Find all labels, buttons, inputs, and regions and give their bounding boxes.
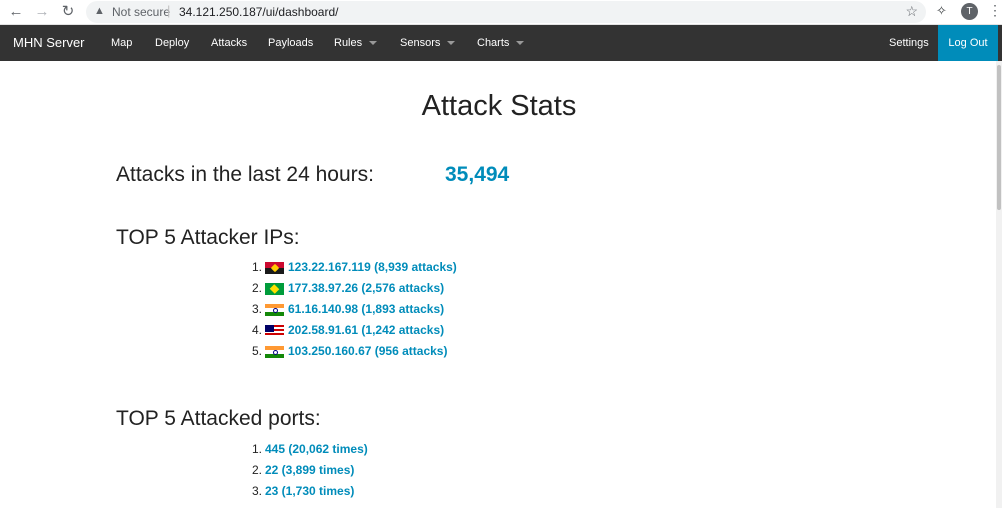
brand-link[interactable]: MHN Server <box>13 25 85 61</box>
bookmark-star-icon[interactable]: ☆ <box>905 3 918 20</box>
attacks-24h-label: Attacks in the last 24 hours: <box>116 163 374 186</box>
country-flag-icon <box>265 345 284 358</box>
logout-button[interactable]: Log Out <box>938 25 998 61</box>
list-rank: 1. <box>251 442 262 456</box>
country-flag-icon <box>265 261 284 274</box>
forward-arrow-icon[interactable]: → <box>32 2 52 22</box>
nav-deploy-label: Deploy <box>155 37 190 49</box>
page-scrollbar[interactable] <box>996 61 1002 508</box>
nav-settings[interactable]: Settings <box>889 25 929 61</box>
nav-charts-dropdown[interactable]: Charts <box>477 25 525 61</box>
nav-sensors-label: Sensors <box>400 37 441 49</box>
security-label[interactable]: Not secure <box>112 5 170 19</box>
nav-rules-dropdown[interactable]: Rules <box>334 25 378 61</box>
list-item: 2. 177.38.97.26 (2,576 attacks) <box>248 278 457 299</box>
attacker-ip-link[interactable]: 177.38.97.26 (2,576 attacks) <box>288 281 444 295</box>
page-title: Attack Stats <box>421 90 577 122</box>
caret-down-icon <box>516 41 525 46</box>
attacker-ip-link[interactable]: 202.58.91.61 (1,242 attacks) <box>288 323 444 337</box>
caret-down-icon <box>447 41 456 46</box>
nav-payloads-label: Payloads <box>268 37 314 49</box>
reload-icon[interactable]: ↻ <box>58 2 78 22</box>
list-item: 5. 103.250.160.67 (956 attacks) <box>248 341 457 362</box>
top-navbar: MHN Server Map Deploy Attacks Payloads R… <box>0 25 1002 61</box>
nav-deploy[interactable]: Deploy <box>155 25 189 61</box>
list-rank: 2. <box>251 463 262 477</box>
attacker-ip-link[interactable]: 123.22.167.119 (8,939 attacks) <box>288 260 457 274</box>
nav-attacks-label: Attacks <box>211 37 248 49</box>
extensions-puzzle-icon[interactable]: ✧ <box>936 3 947 19</box>
nav-charts-label: Charts <box>477 37 510 49</box>
scrollbar-thumb[interactable] <box>997 65 1001 210</box>
nav-payloads[interactable]: Payloads <box>268 25 313 61</box>
nav-sensors-dropdown[interactable]: Sensors <box>400 25 456 61</box>
nav-map-label: Map <box>111 37 133 49</box>
address-separator: | <box>167 3 171 18</box>
browser-menu-icon[interactable]: ⋮ <box>988 2 1002 19</box>
attacks-24h-count: 35,494 <box>445 163 510 186</box>
list-item: 2. 22 (3,899 times) <box>248 460 368 481</box>
back-arrow-icon[interactable]: ← <box>6 2 26 22</box>
attacked-port-link[interactable]: 23 (1,730 times) <box>265 484 354 498</box>
list-item: 1. 445 (20,062 times) <box>248 439 368 460</box>
top-ports-heading: TOP 5 Attacked ports: <box>116 407 321 430</box>
country-flag-icon <box>265 324 284 337</box>
nav-attacks[interactable]: Attacks <box>211 25 247 61</box>
list-rank: 2. <box>251 281 262 295</box>
list-item: 1. 123.22.167.119 (8,939 attacks) <box>248 257 457 278</box>
list-item: 4. 202.58.91.61 (1,242 attacks) <box>248 320 457 341</box>
top-ips-list: 1. 123.22.167.119 (8,939 attacks) 2. 177.3… <box>248 257 457 362</box>
list-rank: 1. <box>251 260 262 274</box>
country-flag-icon <box>265 282 284 295</box>
country-flag-icon <box>265 303 284 316</box>
caret-down-icon <box>369 41 378 46</box>
nav-map[interactable]: Map <box>111 25 132 61</box>
attacked-port-link[interactable]: 22 (3,899 times) <box>265 463 354 477</box>
top-ips-heading: TOP 5 Attacker IPs: <box>116 226 300 249</box>
list-item: 3. 23 (1,730 times) <box>248 481 368 502</box>
attacker-ip-link[interactable]: 103.250.160.67 (956 attacks) <box>288 344 447 358</box>
url-text[interactable]: 34.121.250.187/ui/dashboard/ <box>179 5 338 19</box>
list-item: 3. 61.16.140.98 (1,893 attacks) <box>248 299 457 320</box>
list-rank: 5. <box>251 344 262 358</box>
list-rank: 3. <box>251 484 262 498</box>
address-bar[interactable]: ▲ Not secure | 34.121.250.187/ui/dashboa… <box>86 1 926 23</box>
profile-avatar[interactable]: T <box>961 3 978 20</box>
attacked-port-link[interactable]: 445 (20,062 times) <box>265 442 368 456</box>
browser-toolbar: ← → ↻ ▲ Not secure | 34.121.250.187/ui/d… <box>0 0 1002 25</box>
warning-icon: ▲ <box>94 5 105 17</box>
top-ports-list: 1. 445 (20,062 times) 2. 22 (3,899 times) … <box>248 439 368 502</box>
attacker-ip-link[interactable]: 61.16.140.98 (1,893 attacks) <box>288 302 444 316</box>
list-rank: 3. <box>251 302 262 316</box>
nav-rules-label: Rules <box>334 37 363 49</box>
list-rank: 4. <box>251 323 262 337</box>
